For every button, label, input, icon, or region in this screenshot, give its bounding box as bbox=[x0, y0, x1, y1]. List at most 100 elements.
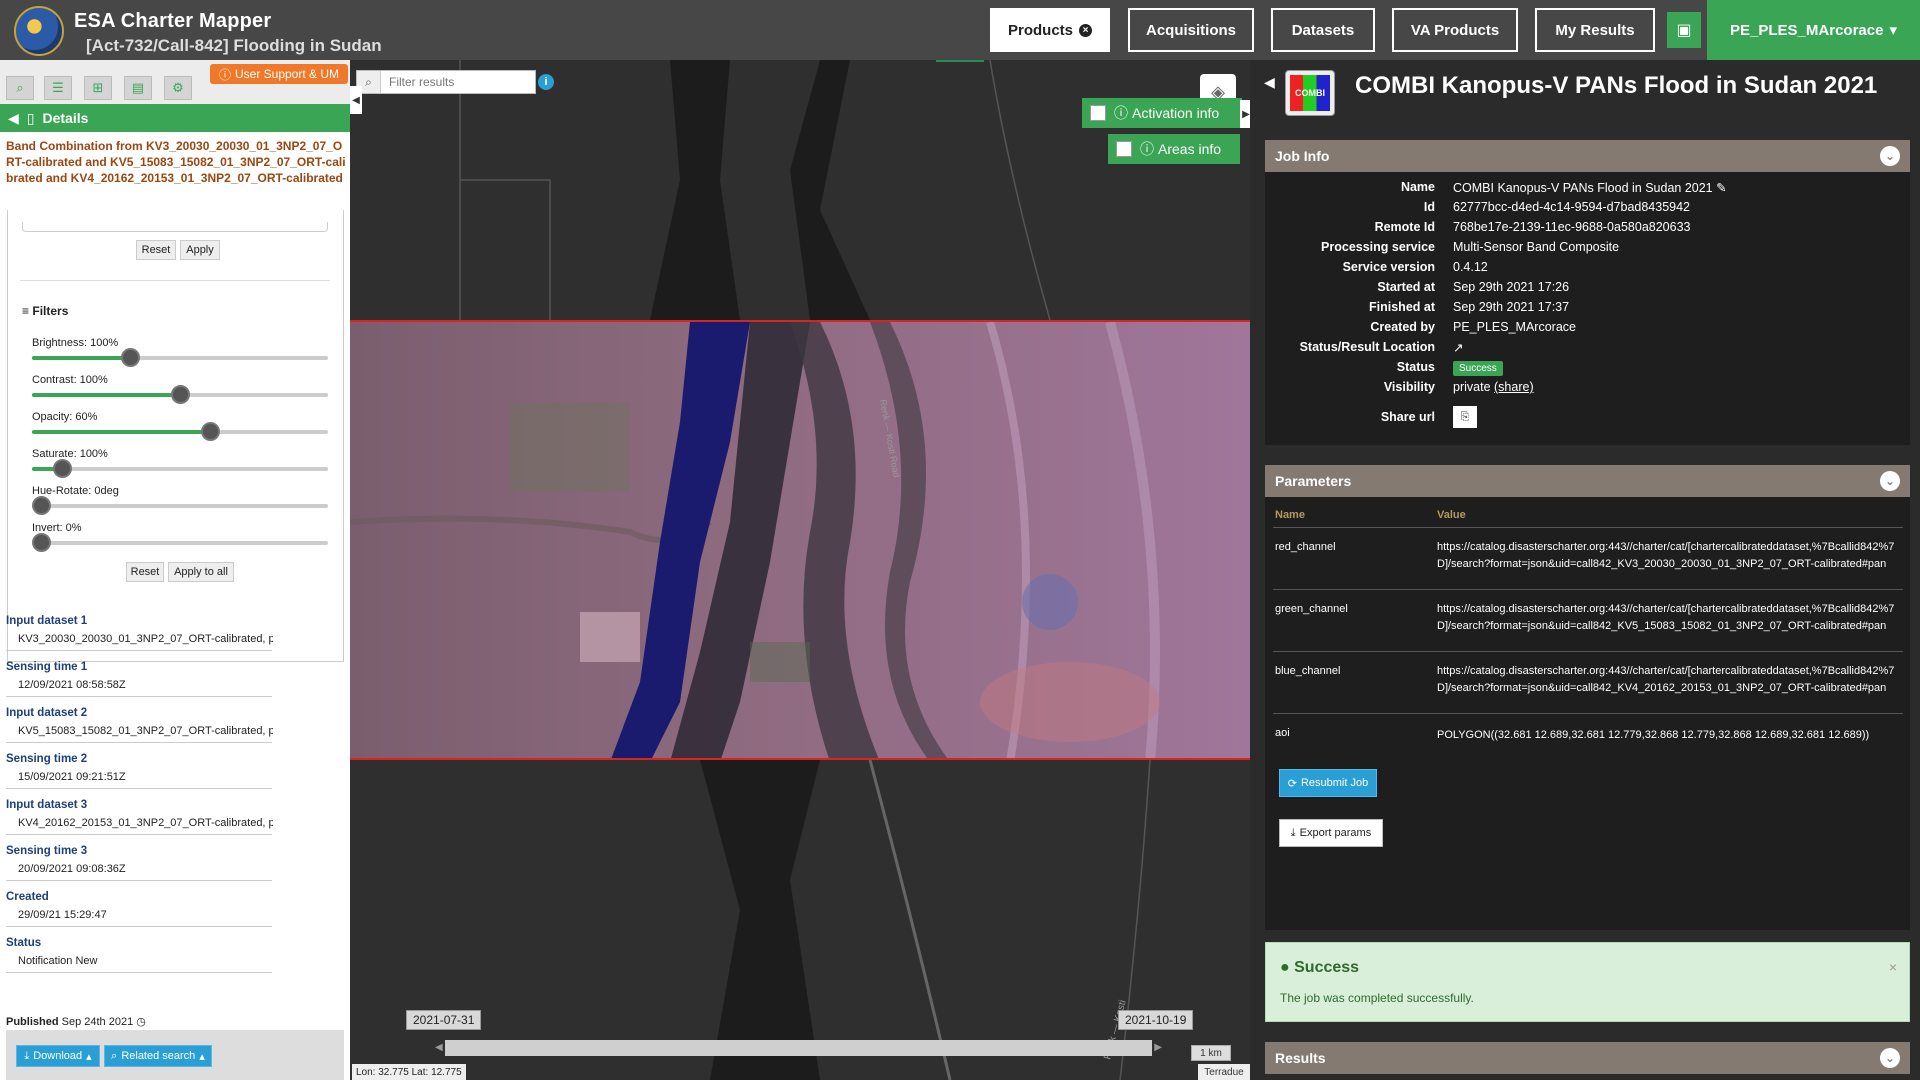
filters-panel: Reset Apply bbox=[7, 210, 344, 662]
basket-icon[interactable]: ⊞ bbox=[84, 76, 112, 100]
external-link-icon[interactable]: ↗ bbox=[1453, 340, 1463, 355]
document-icon: ▯ bbox=[26, 109, 35, 126]
raster-overlay[interactable] bbox=[350, 320, 1250, 760]
user-name: PE_PLES_MArcorace bbox=[1730, 21, 1884, 39]
chevron-down-icon[interactable]: ⌄ bbox=[1880, 1048, 1900, 1068]
contrast-label: Contrast: 100% bbox=[32, 374, 108, 386]
map-view[interactable]: ⌕ i ◈ ◀ ⓘ Activation info ▶ ⓘ Areas info… bbox=[350, 60, 1250, 1080]
nav-my-results-label: My Results bbox=[1555, 21, 1635, 39]
expand-right-arrow[interactable]: ▶ bbox=[1240, 100, 1250, 128]
timeline-range[interactable]: ◀ ▶ bbox=[435, 1040, 1162, 1056]
caret-down-icon: ▾ bbox=[1889, 22, 1897, 39]
slider-handle[interactable] bbox=[121, 348, 140, 367]
status-label: Status bbox=[1396, 360, 1435, 374]
related-search-button[interactable]: ⌕ Related search ▴ bbox=[104, 1045, 212, 1067]
job-key: Finished at bbox=[1369, 300, 1435, 314]
nav-va-products-button[interactable]: VA Products bbox=[1392, 8, 1518, 52]
results-header[interactable]: Results ⌄ bbox=[1265, 1042, 1910, 1074]
parameters-header[interactable]: Parameters ⌄ bbox=[1265, 465, 1910, 497]
list-icon[interactable]: ☰ bbox=[44, 76, 72, 100]
slider-handle[interactable] bbox=[171, 385, 190, 404]
results-section: Results ⌄ bbox=[1265, 1042, 1910, 1080]
parameters-section: Parameters ⌄ Name Value red_channel http… bbox=[1265, 465, 1910, 930]
timeline-start-label: 2021-07-31 bbox=[406, 1010, 482, 1030]
areas-info-toggle[interactable]: ⓘ Areas info bbox=[1108, 134, 1240, 164]
opacity-slider[interactable] bbox=[32, 422, 328, 441]
invert-slider[interactable] bbox=[32, 533, 328, 552]
divider bbox=[1273, 651, 1903, 652]
job-info-title: Job Info bbox=[1275, 148, 1330, 164]
close-alert-button[interactable]: × bbox=[1889, 959, 1897, 975]
briefcase-icon[interactable]: ▣ bbox=[1667, 12, 1701, 48]
job-value: 0.4.12 bbox=[1453, 260, 1488, 274]
visibility-field: private (share) bbox=[1453, 380, 1534, 394]
caret-up-icon: ▴ bbox=[86, 1050, 92, 1063]
refresh-icon: ⟳ bbox=[1287, 777, 1297, 790]
collapsed-field bbox=[22, 222, 328, 232]
collapse-left-panel-button[interactable]: ◀ bbox=[350, 86, 362, 114]
detail-value: 29/09/21 15:29:47 bbox=[18, 909, 107, 921]
search-icon[interactable]: ⌕ bbox=[6, 76, 34, 100]
job-info-section: Job Info ⌄ Name COMBI Kanopus-V PANs Flo… bbox=[1265, 140, 1910, 445]
param-value: https://catalog.disasterscharter.org:443… bbox=[1437, 665, 1895, 694]
divider bbox=[6, 926, 272, 927]
divider bbox=[6, 880, 272, 881]
left-toolbar: ⌕ ☰ ⊞ ▤ ⚙ ⓘ User Support & UM bbox=[0, 60, 350, 104]
info-icon[interactable]: i bbox=[538, 74, 554, 90]
esa-charter-logo[interactable] bbox=[14, 6, 64, 56]
info-icon: ⓘ bbox=[1140, 141, 1154, 157]
slider-handle[interactable] bbox=[53, 459, 72, 478]
detail-value: KV3_20030_20030_01_3NP2_07_ORT-calibrate… bbox=[18, 633, 273, 645]
slider-handle[interactable] bbox=[32, 533, 51, 552]
related-search-label: Related search bbox=[121, 1050, 196, 1062]
contrast-slider[interactable] bbox=[32, 385, 328, 404]
copy-icon[interactable]: ⎘ bbox=[1453, 406, 1477, 428]
back-arrow-icon[interactable]: ◀ bbox=[8, 110, 19, 127]
nav-products-button[interactable]: Products × bbox=[990, 8, 1110, 52]
slider-handle[interactable] bbox=[201, 422, 220, 441]
timeline-left-handle[interactable]: ◀ bbox=[435, 1042, 443, 1053]
filters-reset-button[interactable]: Reset bbox=[126, 562, 164, 582]
job-info-header[interactable]: Job Info ⌄ bbox=[1265, 140, 1910, 172]
user-support-button[interactable]: ⓘ User Support & UM bbox=[210, 64, 348, 84]
download-button[interactable]: ⤓ Download ▴ bbox=[16, 1045, 100, 1067]
activation-info-toggle[interactable]: ⓘ Activation info bbox=[1082, 98, 1242, 128]
chevron-down-icon[interactable]: ⌄ bbox=[1880, 471, 1900, 491]
nav-datasets-button[interactable]: Datasets bbox=[1271, 8, 1375, 52]
info-icon: ⓘ bbox=[1114, 105, 1128, 121]
slider-handle[interactable] bbox=[32, 496, 51, 515]
cursor-coordinates: Lon: 32.775 Lat: 12.775 bbox=[352, 1064, 466, 1080]
gear-icon[interactable]: ⚙ bbox=[164, 76, 192, 100]
apply-button[interactable]: Apply bbox=[180, 240, 220, 260]
areas-info-checkbox[interactable] bbox=[1116, 141, 1132, 157]
results-title: Results bbox=[1275, 1050, 1326, 1066]
hue-rotate-slider[interactable] bbox=[32, 496, 328, 515]
detail-value: KV5_15083_15082_01_3NP2_07_ORT-calibrate… bbox=[18, 725, 273, 737]
timeline-right-handle[interactable]: ▶ bbox=[1154, 1042, 1162, 1053]
activation-info-checkbox[interactable] bbox=[1090, 105, 1106, 121]
success-alert: ● Success The job was completed successf… bbox=[1265, 942, 1910, 1022]
back-arrow-icon[interactable]: ◀ bbox=[1264, 74, 1275, 91]
resubmit-job-button[interactable]: ⟳ Resubmit Job bbox=[1279, 769, 1377, 797]
reset-button[interactable]: Reset bbox=[136, 240, 176, 260]
nav-acquisitions-button[interactable]: Acquisitions bbox=[1128, 8, 1254, 52]
param-name: green_channel bbox=[1275, 603, 1348, 615]
nav-products-label: Products bbox=[1007, 21, 1073, 39]
apply-to-all-button[interactable]: Apply to all bbox=[168, 562, 234, 582]
saturate-slider[interactable] bbox=[32, 459, 328, 478]
brightness-slider[interactable] bbox=[32, 348, 328, 367]
param-value: POLYGON((32.681 12.689,32.681 12.779,32.… bbox=[1437, 729, 1870, 741]
map-attribution[interactable]: Terradue bbox=[1198, 1064, 1250, 1080]
nav-my-results-button[interactable]: My Results bbox=[1535, 8, 1655, 52]
close-circle-icon[interactable]: × bbox=[1079, 23, 1092, 37]
export-params-button[interactable]: ⤓ Export params bbox=[1279, 819, 1383, 847]
archive-icon[interactable]: ▤ bbox=[124, 76, 152, 100]
detail-label: Input dataset 1 bbox=[6, 615, 88, 627]
resubmit-label: Resubmit Job bbox=[1300, 777, 1369, 789]
details-header[interactable]: ◀ ▯ Details bbox=[0, 104, 350, 132]
user-menu-button[interactable]: PE_PLES_MArcorace ▾ bbox=[1707, 0, 1920, 60]
job-key: Id bbox=[1423, 200, 1435, 214]
share-link[interactable]: (share) bbox=[1494, 380, 1534, 394]
chevron-down-icon[interactable]: ⌄ bbox=[1880, 146, 1900, 166]
filter-results-input[interactable] bbox=[381, 75, 521, 89]
